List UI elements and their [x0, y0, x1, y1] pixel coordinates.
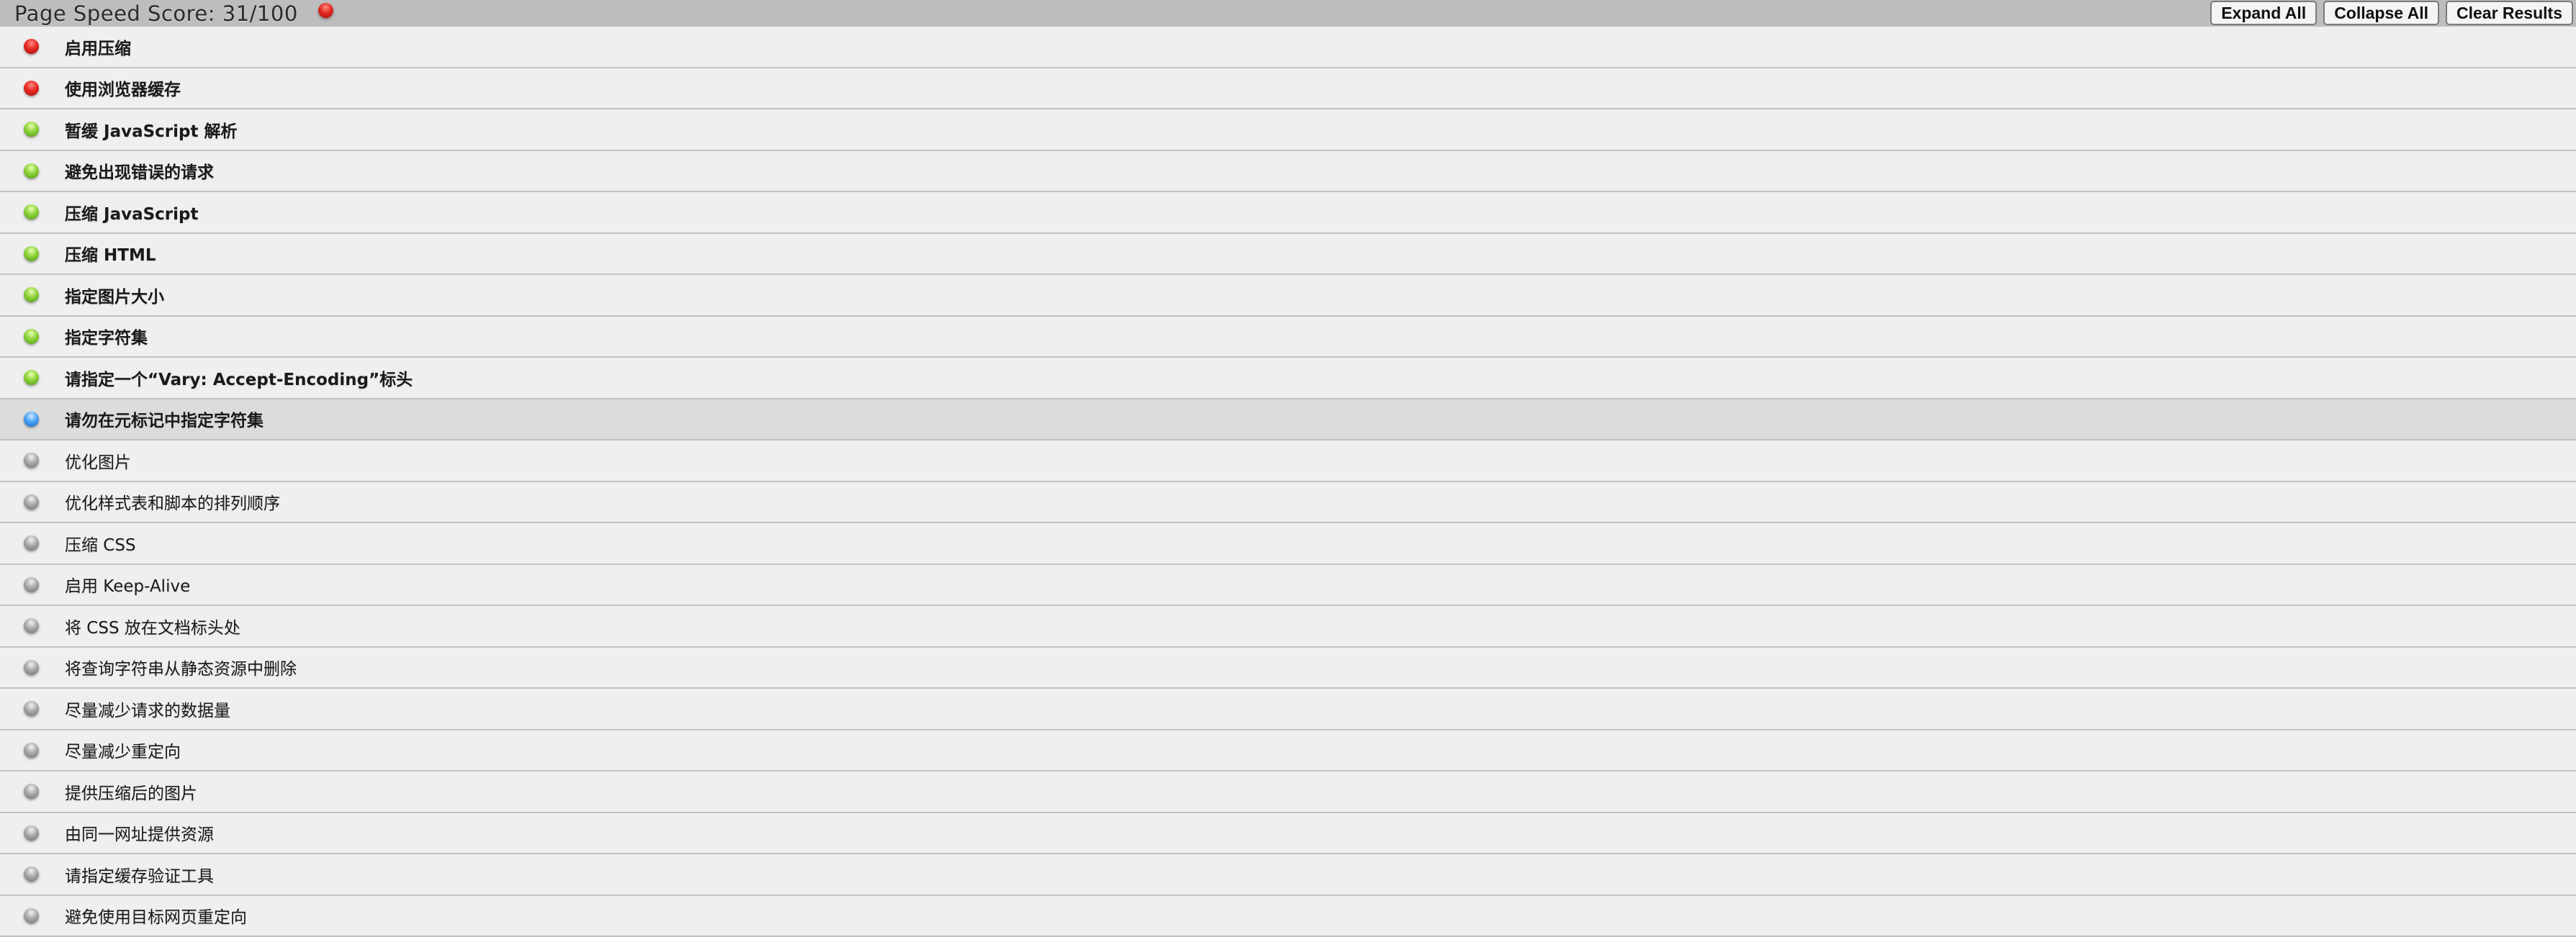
- collapse-all-button[interactable]: Collapse All: [2323, 1, 2439, 25]
- rule-row[interactable]: 避免出现错误的请求: [0, 151, 2576, 193]
- rule-row[interactable]: 将查询字符串从静态资源中删除: [0, 648, 2576, 689]
- score-label: Page Speed Score: 31/100: [14, 1, 298, 26]
- rule-label: 启用压缩: [65, 35, 131, 59]
- rule-label: 尽量减少请求的数据量: [65, 697, 230, 721]
- status-gray-icon: [24, 908, 39, 923]
- status-green-icon: [24, 163, 39, 178]
- expand-all-button[interactable]: Expand All: [2210, 1, 2317, 25]
- rule-row[interactable]: 避免使用目标网页重定向: [0, 896, 2576, 937]
- status-green-icon: [24, 287, 39, 302]
- score-header: Page Speed Score: 31/100 Expand All Coll…: [0, 0, 2576, 27]
- rule-row[interactable]: 压缩 HTML: [0, 234, 2576, 276]
- rule-label: 暂缓 JavaScript 解析: [65, 117, 238, 142]
- rule-label: 请勿在元标记中指定字符集: [65, 407, 264, 431]
- status-green-icon: [24, 329, 39, 344]
- status-green-icon: [24, 204, 39, 219]
- status-green-icon: [24, 122, 39, 137]
- rule-label: 提供压缩后的图片: [65, 779, 197, 804]
- header-actions: Expand All Collapse All Clear Results: [2210, 1, 2573, 25]
- rule-label: 由同一网址提供资源: [65, 820, 214, 845]
- rule-label: 使用浏览器缓存: [65, 76, 181, 100]
- status-gray-icon: [24, 494, 39, 510]
- status-red-icon: [24, 39, 39, 54]
- rule-label: 压缩 JavaScript: [65, 200, 198, 225]
- rule-row[interactable]: 暂缓 JavaScript 解析: [0, 109, 2576, 151]
- rule-row[interactable]: 将 CSS 放在文档标头处: [0, 606, 2576, 648]
- clear-results-button[interactable]: Clear Results: [2446, 1, 2573, 25]
- status-blue-icon: [24, 412, 39, 427]
- rule-row[interactable]: 尽量减少重定向: [0, 730, 2576, 772]
- status-red-icon: [24, 81, 39, 96]
- rule-label: 压缩 HTML: [65, 241, 156, 266]
- rule-row[interactable]: 使用浏览器缓存: [0, 68, 2576, 110]
- rule-label: 避免出现错误的请求: [65, 158, 214, 183]
- rule-label: 请指定缓存验证工具: [65, 862, 214, 887]
- status-green-icon: [24, 246, 39, 261]
- rule-row[interactable]: 优化图片: [0, 440, 2576, 482]
- rule-label: 压缩 CSS: [65, 531, 136, 556]
- rule-row[interactable]: 启用压缩: [0, 27, 2576, 68]
- rule-row[interactable]: 启用 Keep-Alive: [0, 565, 2576, 607]
- rule-row[interactable]: 优化样式表和脚本的排列顺序: [0, 482, 2576, 524]
- rule-label: 指定字符集: [65, 324, 148, 348]
- rule-row[interactable]: 尽量减少请求的数据量: [0, 689, 2576, 730]
- rule-label: 优化样式表和脚本的排列顺序: [65, 489, 280, 514]
- rule-label: 尽量减少重定向: [65, 738, 181, 762]
- rule-label: 请指定一个“Vary: Accept-Encoding”标头: [65, 366, 413, 390]
- status-gray-icon: [24, 618, 39, 633]
- rule-label: 将查询字符串从静态资源中删除: [65, 655, 297, 679]
- status-gray-icon: [24, 453, 39, 468]
- rule-row[interactable]: 压缩 CSS: [0, 523, 2576, 565]
- status-gray-icon: [24, 535, 39, 551]
- rule-label: 启用 Keep-Alive: [65, 572, 190, 597]
- status-gray-icon: [24, 660, 39, 675]
- page-speed-score: Page Speed Score: 31/100: [14, 1, 333, 26]
- rule-row[interactable]: 请指定一个“Vary: Accept-Encoding”标头: [0, 358, 2576, 399]
- rule-label: 优化图片: [65, 448, 131, 473]
- rule-row[interactable]: 请勿在元标记中指定字符集: [0, 399, 2576, 441]
- status-gray-icon: [24, 701, 39, 716]
- status-gray-icon: [24, 577, 39, 592]
- status-gray-icon: [24, 784, 39, 799]
- rule-row[interactable]: 提供压缩后的图片: [0, 771, 2576, 813]
- rule-row[interactable]: 由同一网址提供资源: [0, 813, 2576, 855]
- rule-row[interactable]: 指定字符集: [0, 317, 2576, 358]
- rule-row[interactable]: 请指定缓存验证工具: [0, 854, 2576, 896]
- rule-label: 将 CSS 放在文档标头处: [65, 614, 240, 638]
- rule-label: 指定图片大小: [65, 283, 164, 307]
- status-gray-icon: [24, 866, 39, 882]
- status-green-icon: [24, 370, 39, 385]
- rule-row[interactable]: 压缩 JavaScript: [0, 192, 2576, 234]
- status-gray-icon: [24, 825, 39, 841]
- rules-list: 启用压缩使用浏览器缓存暂缓 JavaScript 解析避免出现错误的请求压缩 J…: [0, 27, 2576, 937]
- rule-label: 避免使用目标网页重定向: [65, 903, 247, 928]
- rule-row[interactable]: 指定图片大小: [0, 275, 2576, 317]
- status-gray-icon: [24, 743, 39, 758]
- score-status-red-icon: [318, 3, 333, 18]
